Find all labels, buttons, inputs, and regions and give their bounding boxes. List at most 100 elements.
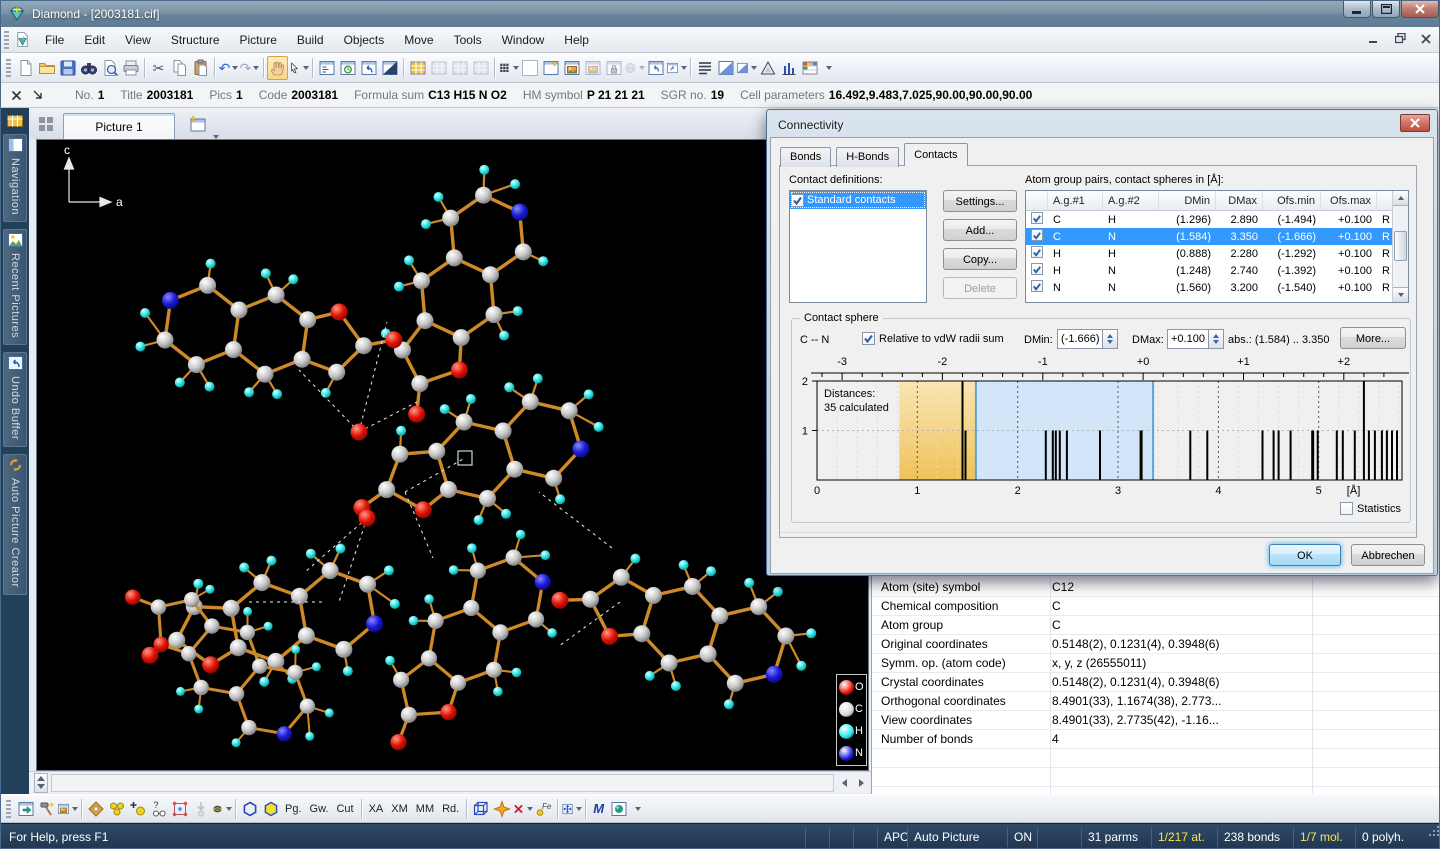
open-icon[interactable] <box>36 56 57 80</box>
structure-builder-icon[interactable] <box>36 797 57 821</box>
menu-picture[interactable]: Picture <box>230 29 287 51</box>
toolbar-grip[interactable] <box>6 59 11 77</box>
sidebar-tab-auto-picture-creator[interactable]: Auto Picture Creator <box>3 454 27 595</box>
cut-button[interactable]: Cut <box>332 797 357 821</box>
sidebar-tab-recent-pictures[interactable]: Recent Pictures <box>3 229 27 345</box>
expand-info-icon[interactable] <box>29 86 47 104</box>
pairs-table-row[interactable]: HH(0.888)2.280(-1.292)+0.100R <box>1026 245 1408 262</box>
data-sheet-icon[interactable] <box>407 56 428 80</box>
menu-edit[interactable]: Edit <box>74 29 115 51</box>
sidebar-panel-icon[interactable] <box>4 110 26 130</box>
cell-edges-icon[interactable] <box>757 56 778 80</box>
distances-sheet-icon[interactable] <box>428 56 449 80</box>
picture-creator-icon[interactable] <box>57 797 78 821</box>
diffraction-chart-icon[interactable] <box>778 56 799 80</box>
menu-move[interactable]: Move <box>394 29 443 51</box>
property-row[interactable]: Orthogonal coordinates8.4901(33), 1.1674… <box>872 692 1440 711</box>
property-grid-icon[interactable] <box>799 56 820 80</box>
property-row[interactable]: Symm. op. (atom code)x, y, z (26555011) <box>872 654 1440 673</box>
pan-mode-icon[interactable] <box>267 56 288 80</box>
property-row[interactable]: Number of bonds4 <box>872 730 1440 749</box>
navigation-pane-icon[interactable] <box>316 56 337 80</box>
menu-objects[interactable]: Objects <box>334 29 395 51</box>
sidebar-tab-navigation[interactable]: Navigation <box>3 134 27 222</box>
window-titlebar[interactable]: Diamond - [2003181.cif] <box>1 1 1440 27</box>
toolbar-overflow-caret[interactable] <box>635 807 641 811</box>
pairs-table-header[interactable]: A.g.#1A.g.#2DMinDMaxOfs.minOfs.max <box>1026 191 1408 211</box>
contact-definition-item[interactable]: Standard contacts <box>790 191 926 209</box>
element-symbol-icon[interactable]: Fe <box>533 797 554 821</box>
statistics-checkbox[interactable]: Statistics <box>1340 502 1401 515</box>
mdi-minimize-button[interactable] <box>1365 30 1383 47</box>
property-row[interactable]: Chemical compositionC <box>872 597 1440 616</box>
atom-symbol-button[interactable]: XM <box>387 797 412 821</box>
import-picture-icon[interactable] <box>645 56 666 80</box>
scrollbar-thumb[interactable] <box>1394 231 1407 261</box>
select-mode-icon[interactable] <box>288 56 309 80</box>
dmin-spinner[interactable]: (-1.666) <box>1057 329 1118 349</box>
mdi-restore-button[interactable] <box>1391 30 1409 47</box>
add-button[interactable]: Add... <box>943 219 1017 241</box>
ok-button[interactable]: OK <box>1269 544 1341 566</box>
picture-locked-icon[interactable] <box>603 56 624 80</box>
minimize-button[interactable] <box>1343 1 1371 18</box>
pairs-table-scrollbar[interactable] <box>1392 191 1408 302</box>
dmin-value[interactable]: (-1.666) <box>1057 329 1103 349</box>
polygon-blue-icon[interactable] <box>239 797 260 821</box>
tab-h-bonds[interactable]: H-Bonds <box>836 147 899 167</box>
menu-build[interactable]: Build <box>287 29 334 51</box>
property-row[interactable]: Crystal coordinates0.5148(2), 0.1231(4),… <box>872 673 1440 692</box>
menu-structure[interactable]: Structure <box>161 29 230 51</box>
canvas-vertical-spin[interactable] <box>34 773 48 793</box>
cancel-button[interactable]: Abbrechen <box>1351 544 1425 566</box>
sidebar-tab-undo-buffer[interactable]: Undo Buffer <box>3 352 27 447</box>
unit-cell-box-icon[interactable] <box>470 797 491 821</box>
connectivity-dialog[interactable]: Connectivity Bonds H-Bonds Contacts Cont… <box>766 109 1438 576</box>
background-swatch[interactable] <box>519 56 540 80</box>
dmax-value[interactable]: +0.100 <box>1167 329 1209 349</box>
thermal-ellipsoid-icon[interactable] <box>211 797 232 821</box>
packing-button[interactable]: Pg. <box>281 797 306 821</box>
orientation-compass-icon[interactable] <box>491 797 512 821</box>
add-atom-diamond-icon[interactable] <box>85 797 106 821</box>
tile-windows-icon[interactable] <box>35 113 57 135</box>
more-button[interactable]: More... <box>1340 327 1406 349</box>
copy-button[interactable]: Copy... <box>943 248 1017 270</box>
polygon-filled-icon[interactable] <box>260 797 281 821</box>
final-picture-icon[interactable] <box>608 797 629 821</box>
toolbar-grip[interactable] <box>6 800 11 818</box>
structure-canvas[interactable]: ca OCHN <box>36 139 869 771</box>
torsion-sheet-icon[interactable] <box>470 56 491 80</box>
close-button[interactable] <box>1401 1 1439 18</box>
print-preview-icon[interactable] <box>99 56 120 80</box>
data-brief-icon[interactable] <box>15 797 36 821</box>
menu-view[interactable]: View <box>115 29 161 51</box>
dmax-spin-buttons[interactable] <box>1209 329 1224 349</box>
atom-group-pairs-table[interactable]: A.g.#1A.g.#2DMinDMaxOfs.minOfs.maxCH(1.2… <box>1025 190 1409 303</box>
menu-file[interactable]: File <box>35 29 74 51</box>
scroll-right-icon[interactable] <box>854 773 869 793</box>
drop-atom-icon[interactable] <box>190 797 211 821</box>
web-export-icon[interactable] <box>624 56 645 80</box>
new-picture-tab-icon[interactable] <box>185 113 211 135</box>
maximize-button[interactable] <box>1372 1 1400 18</box>
complete-fragment-icon[interactable]: ? <box>148 797 169 821</box>
pairs-table-row[interactable]: CN(1.584)3.350(-1.666)+0.100R <box>1026 228 1408 245</box>
atom-group-icon[interactable] <box>106 797 127 821</box>
scroll-left-icon[interactable] <box>837 773 852 793</box>
toolbar-overflow-caret[interactable] <box>826 66 832 70</box>
mdi-close-button[interactable] <box>1417 30 1435 47</box>
measure-button[interactable]: M <box>589 797 608 821</box>
settings-button[interactable]: Settings... <box>943 190 1017 212</box>
dmax-spinner[interactable]: +0.100 <box>1167 329 1224 349</box>
cut-icon[interactable]: ✂ <box>148 56 169 80</box>
picture-from-structure-icon[interactable] <box>561 56 582 80</box>
menu-tools[interactable]: Tools <box>444 29 492 51</box>
pairs-table-row[interactable]: HN(1.248)2.740(-1.392)+0.100R <box>1026 262 1408 279</box>
new-document-icon[interactable] <box>15 56 36 80</box>
recent-pictures-pane-icon[interactable] <box>337 56 358 80</box>
add-single-atom-icon[interactable] <box>127 797 148 821</box>
growth-button[interactable]: Gw. <box>306 797 333 821</box>
relative-vdw-checkbox-box[interactable] <box>862 332 875 345</box>
tab-picture-1[interactable]: Picture 1 <box>63 113 175 139</box>
